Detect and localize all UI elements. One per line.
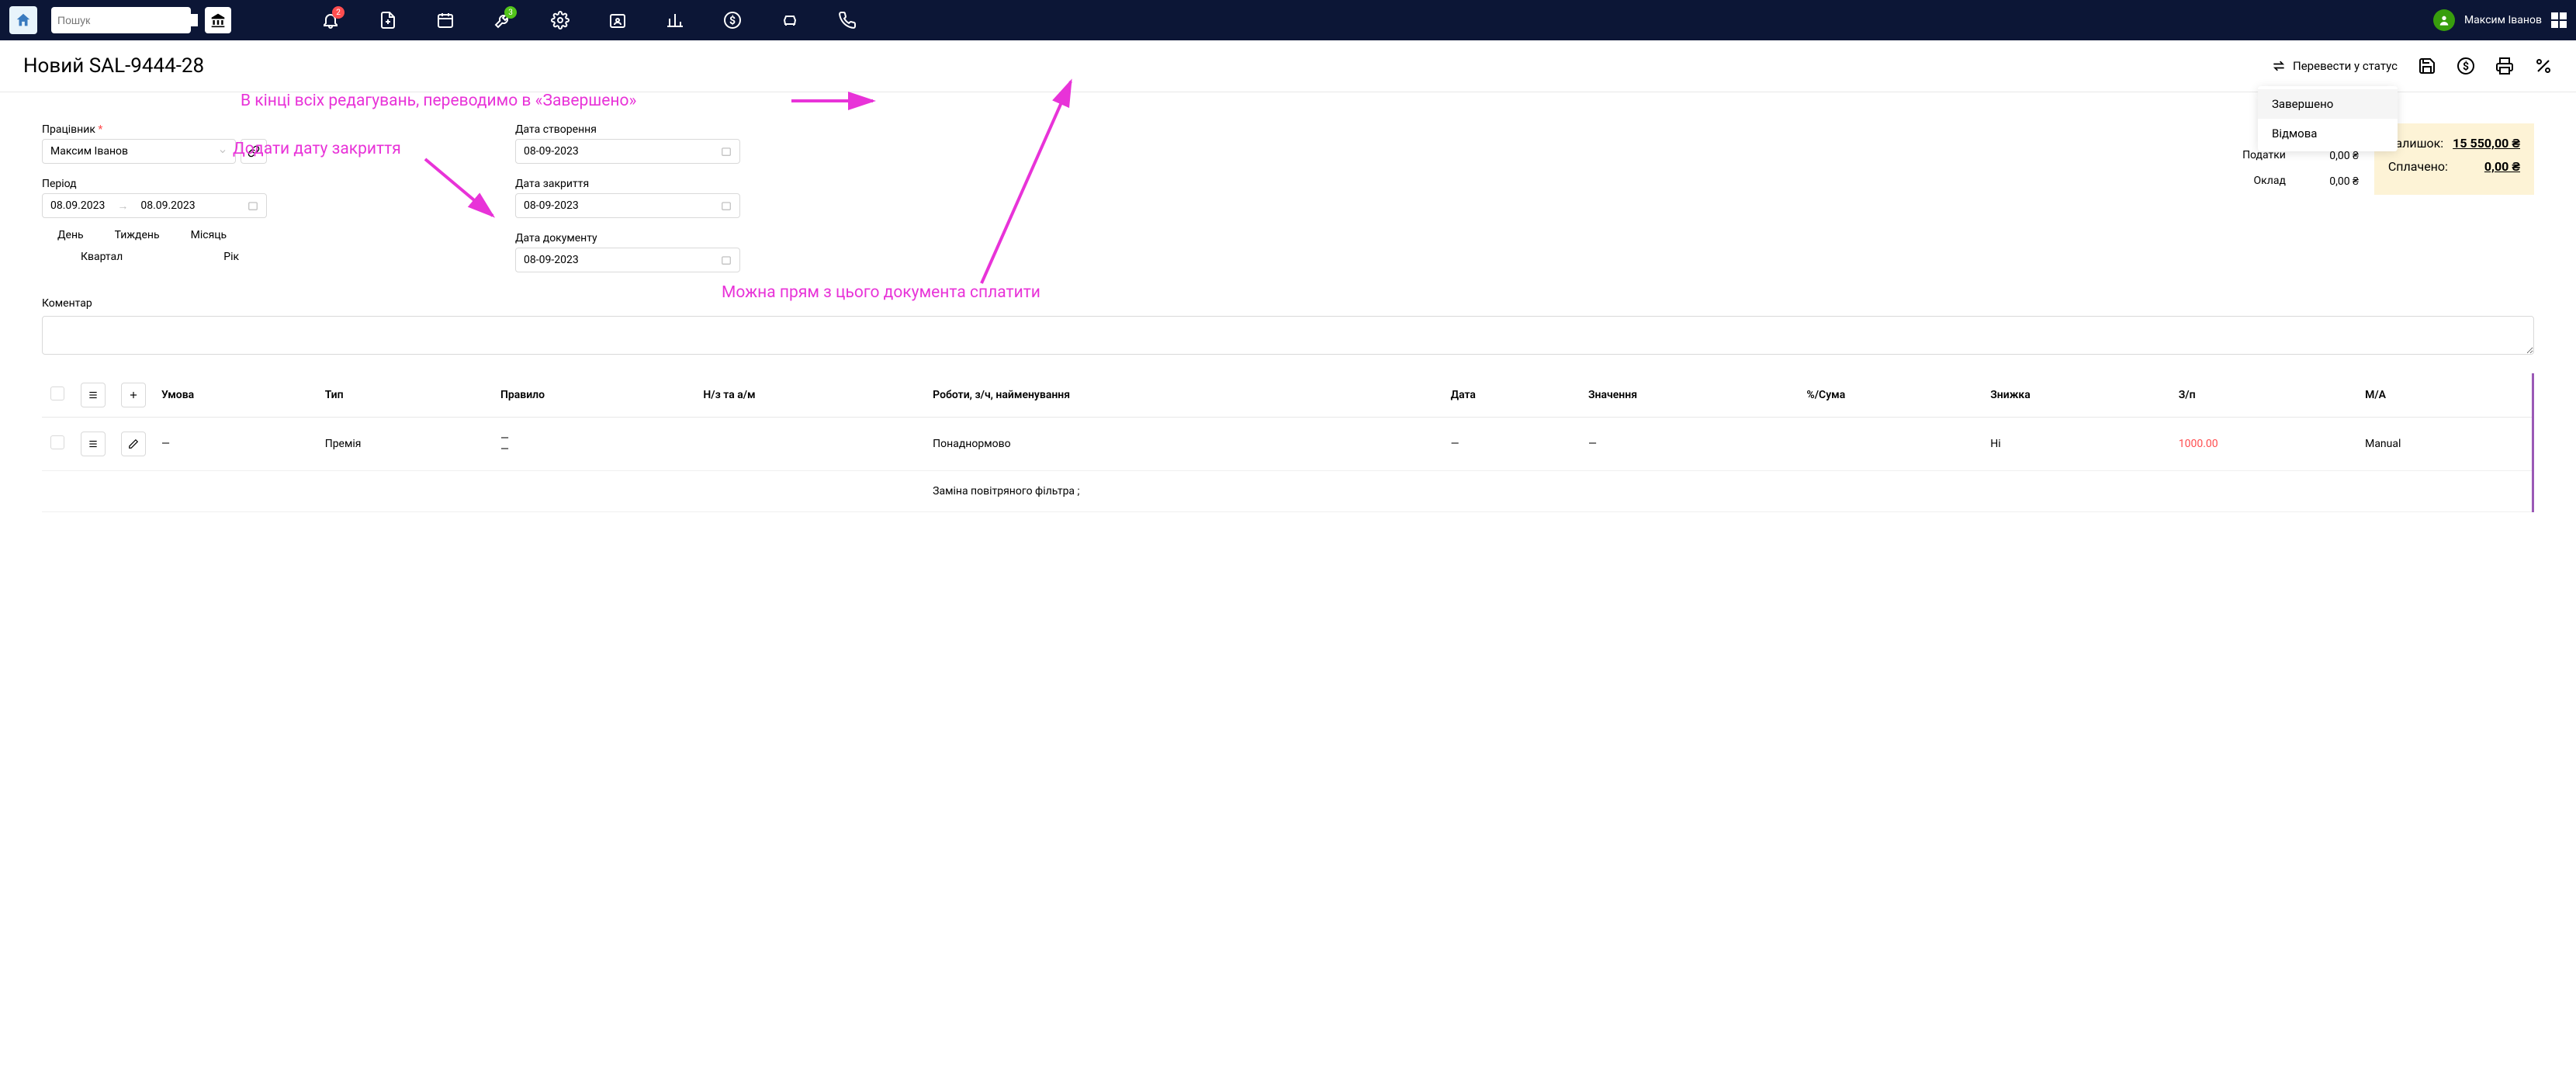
print-button[interactable] [2495, 57, 2514, 75]
svg-text:$: $ [729, 14, 736, 27]
employee-select[interactable]: Максим Іванов [42, 139, 236, 164]
period-tab-week[interactable]: Тиждень [115, 226, 160, 244]
phone-icon [838, 11, 857, 29]
line-items-table: Умова Тип Правило Н/з та а/м Роботи, з/ч… [42, 373, 2534, 512]
link-icon [248, 145, 260, 158]
period-tab-quarter[interactable]: Квартал [81, 248, 123, 266]
gear-icon [551, 11, 570, 29]
chart-icon [666, 11, 684, 29]
status-option-completed[interactable]: Завершено [2258, 89, 2398, 119]
save-button[interactable] [2418, 57, 2436, 75]
edit-icon [128, 439, 139, 449]
money-icon: $ [723, 11, 742, 29]
chevron-down-icon [218, 147, 227, 156]
search-input[interactable] [57, 14, 198, 26]
add-row-button[interactable] [121, 383, 146, 407]
date-doc-input[interactable]: 08-09-2023 [515, 248, 740, 272]
comment-label: Коментар [42, 297, 2534, 310]
period-range[interactable]: 08.09.2023 → 08.09.2023 [42, 193, 267, 218]
row-edit-button[interactable] [121, 432, 146, 456]
bank-icon [210, 12, 226, 28]
tools-button[interactable]: 3 [493, 11, 512, 29]
row-menu-button[interactable] [81, 432, 106, 456]
comment-textarea[interactable] [42, 316, 2534, 355]
notifications-button[interactable]: 2 [321, 11, 340, 29]
period-label: Період [42, 178, 267, 190]
home-button[interactable] [9, 6, 37, 34]
menu-icon [88, 390, 99, 400]
add-file-icon [379, 11, 397, 29]
percent-button[interactable] [2534, 57, 2553, 75]
calendar-small-icon [721, 255, 732, 265]
table-row: — Премія —— Понаднормово — — Ні 1000.00 … [42, 418, 2532, 471]
vehicles-button[interactable] [781, 11, 799, 29]
car-icon [781, 11, 799, 29]
calendar-icon [436, 11, 455, 29]
date-created-input[interactable]: 08-09-2023 [515, 139, 740, 164]
paid-value[interactable]: 0,00 ₴ [2484, 159, 2520, 175]
bank-button[interactable] [205, 7, 231, 33]
user-avatar[interactable] [2433, 9, 2455, 31]
percent-icon [2534, 57, 2553, 75]
menu-header-button[interactable] [81, 383, 106, 407]
home-icon [15, 12, 32, 29]
contacts-button[interactable] [608, 11, 627, 29]
apps-button[interactable] [2551, 12, 2567, 28]
person-icon [2438, 14, 2450, 26]
pay-button[interactable]: $ [2457, 57, 2475, 75]
calls-button[interactable] [838, 11, 857, 29]
money-button[interactable]: $ [723, 11, 742, 29]
bell-badge: 2 [332, 6, 345, 19]
reports-button[interactable] [666, 11, 684, 29]
period-tab-month[interactable]: Місяць [191, 226, 227, 244]
user-name[interactable]: Максим Іванов [2464, 14, 2542, 26]
select-all-checkbox[interactable] [50, 387, 64, 400]
top-navigation: 2 3 $ Макс [0, 0, 2576, 40]
document-title: Новий SAL-9444-28 [23, 54, 204, 78]
table-row: Заміна повітряного фільтра ; [42, 471, 2532, 512]
dollar-circle-icon: $ [2457, 57, 2475, 75]
row-checkbox[interactable] [50, 435, 64, 449]
employee-label: Працівник * [42, 123, 267, 136]
date-doc-label: Дата документу [515, 232, 740, 244]
date-closed-label: Дата закриття [515, 178, 740, 190]
status-change-button[interactable]: Перевести у статус Завершено Відмова [2271, 58, 2398, 74]
wrench-badge: 3 [504, 6, 517, 19]
employee-link-button[interactable] [241, 139, 267, 164]
search-box[interactable] [51, 7, 191, 33]
nav-icons: 2 3 $ [321, 11, 857, 29]
svg-text:$: $ [2463, 60, 2469, 73]
main-content: Працівник * Максим Іванов Період 08.09.2… [0, 92, 2576, 528]
calendar-small-icon [248, 200, 258, 211]
add-document-button[interactable] [379, 11, 397, 29]
swap-icon [2271, 58, 2287, 74]
date-created-label: Дата створення [515, 123, 740, 136]
print-icon [2495, 57, 2514, 75]
status-label: Перевести у статус [2293, 59, 2398, 73]
calendar-small-icon [721, 146, 732, 157]
period-tab-day[interactable]: День [57, 226, 84, 244]
period-tab-year[interactable]: Рік [223, 248, 239, 266]
summary-right: Залишок:15 550,00 ₴ Сплачено:0,00 ₴ [2374, 123, 2534, 195]
settings-button[interactable] [551, 11, 570, 29]
contact-calendar-icon [608, 11, 627, 29]
date-closed-input[interactable]: 08-09-2023 [515, 193, 740, 218]
remaining-value[interactable]: 15 550,00 ₴ [2453, 136, 2520, 151]
menu-icon [88, 439, 99, 449]
save-icon [2418, 57, 2436, 75]
status-option-refused[interactable]: Відмова [2258, 119, 2398, 148]
calendar-button[interactable] [436, 11, 455, 29]
document-header: Новий SAL-9444-28 Перевести у статус Зав… [0, 40, 2576, 92]
calendar-small-icon [721, 200, 732, 211]
plus-icon [128, 390, 139, 400]
status-dropdown: Завершено Відмова [2258, 86, 2398, 151]
